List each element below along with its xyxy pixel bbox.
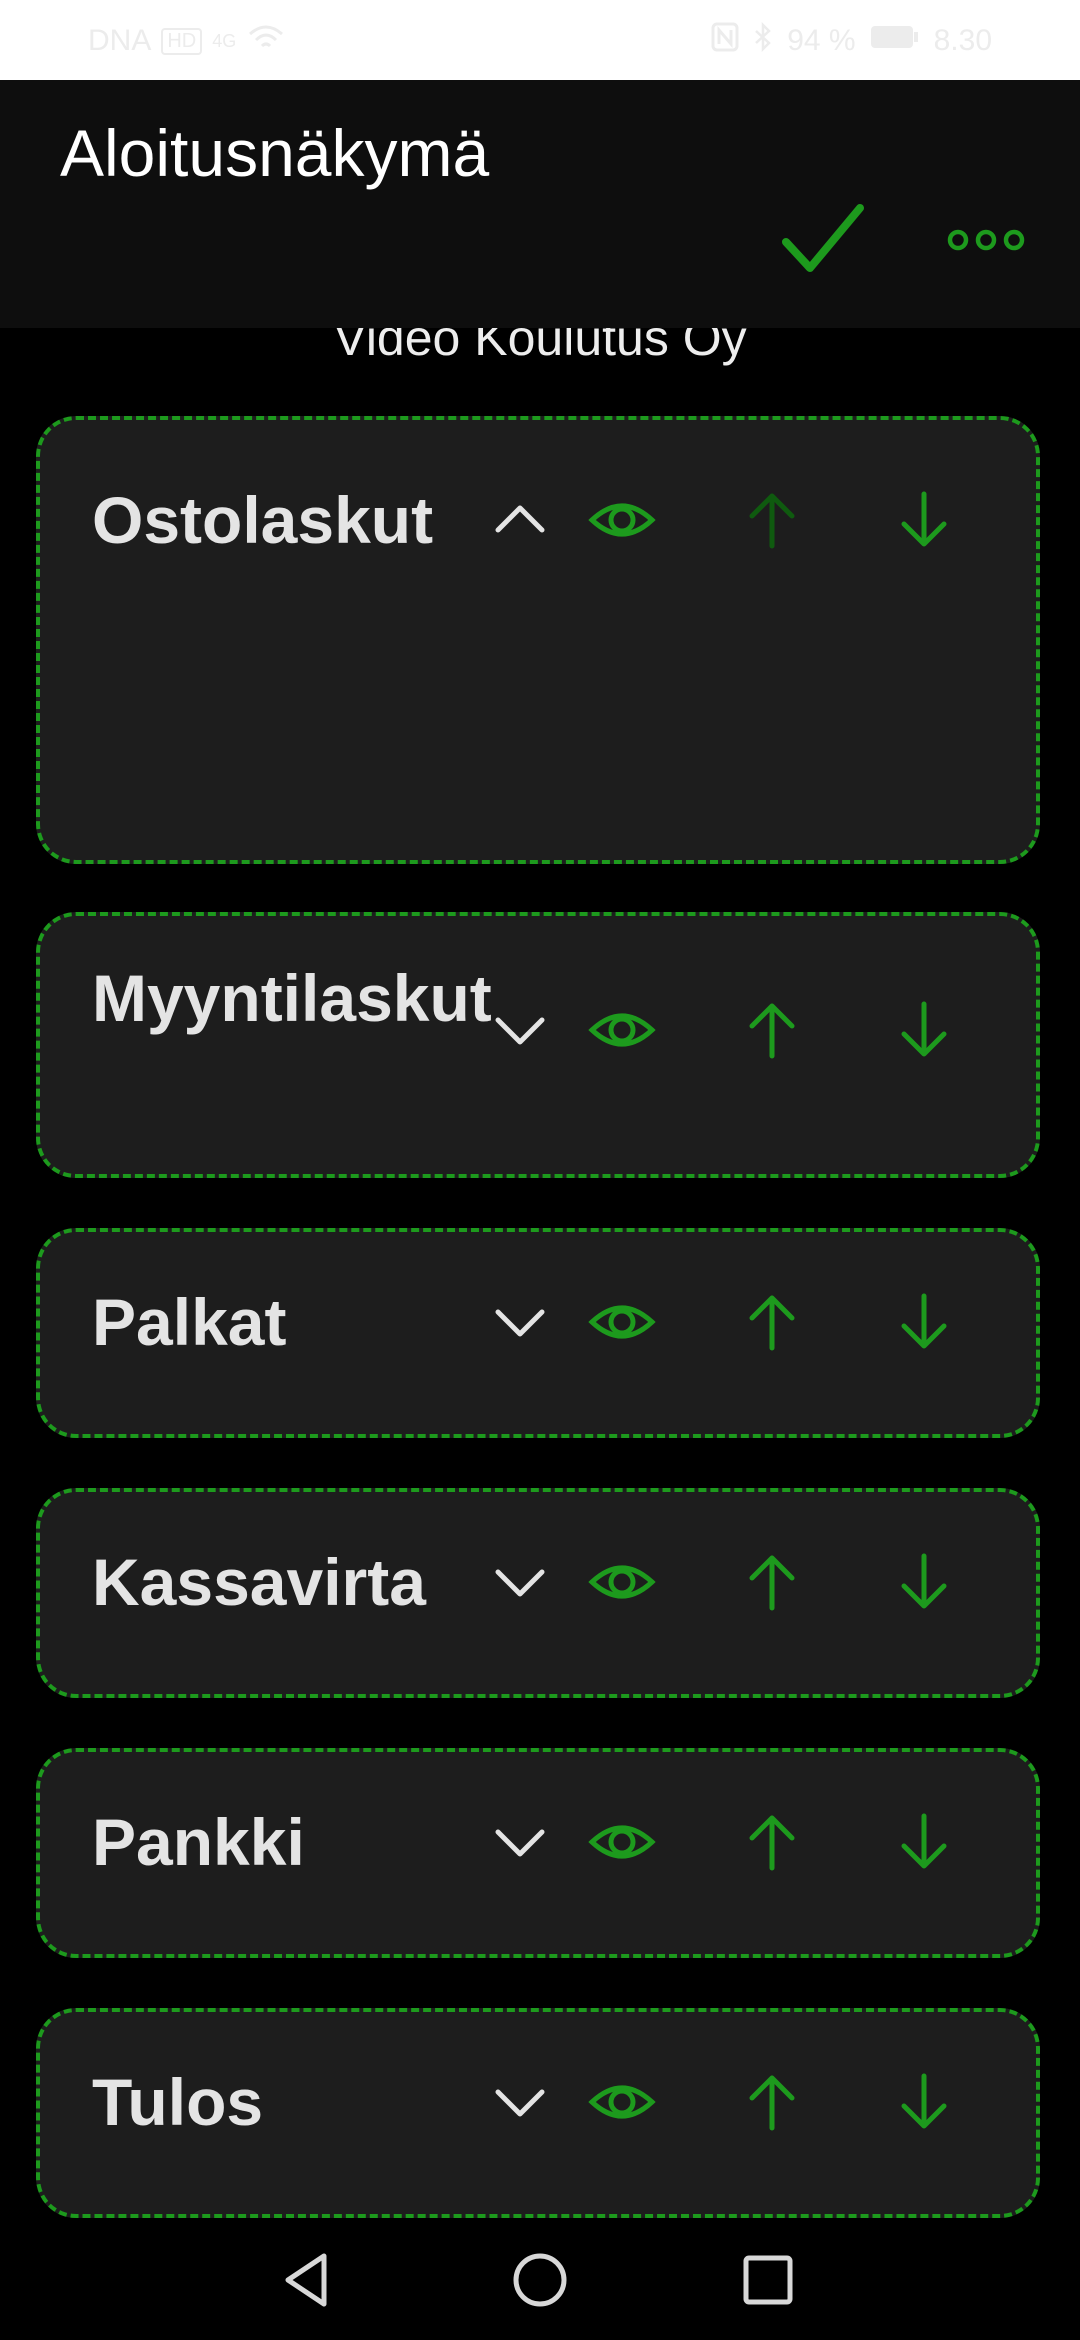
- expand-button[interactable]: [484, 1546, 556, 1618]
- arrow-up-icon: [749, 1295, 795, 1351]
- eye-icon: [588, 1013, 656, 1047]
- chevron-up-icon: [495, 505, 545, 533]
- move-down-button[interactable]: [888, 2066, 960, 2138]
- move-down-button[interactable]: [888, 1286, 960, 1358]
- clock: 8.30: [933, 24, 992, 57]
- battery-icon: [870, 23, 920, 59]
- confirm-button[interactable]: [780, 196, 866, 282]
- arrow-down-icon: [901, 1813, 947, 1869]
- arrow-up-icon: [749, 1003, 795, 1059]
- battery-percent: 94 %: [787, 24, 856, 57]
- widget-card: Tulos: [36, 2008, 1040, 2218]
- chevron-down-icon: [495, 1569, 545, 1597]
- widget-title: Tulos: [92, 2065, 264, 2139]
- move-down-button[interactable]: [888, 484, 960, 556]
- move-up-button[interactable]: [736, 1806, 808, 1878]
- eye-icon: [588, 1565, 656, 1599]
- bluetooth-icon: [753, 21, 773, 60]
- home-circle-icon: [513, 2253, 567, 2307]
- visibility-toggle-button[interactable]: [586, 994, 658, 1066]
- page-title: Aloitusnäkymä: [60, 116, 490, 190]
- recents-square-icon: [743, 2255, 793, 2305]
- arrow-down-icon: [901, 1001, 947, 1057]
- widget-card: Myyntilaskut: [36, 912, 1040, 1178]
- widget-card: Pankki: [36, 1748, 1040, 1958]
- visibility-toggle-button[interactable]: [586, 484, 658, 556]
- chevron-down-icon: [495, 2089, 545, 2117]
- move-down-button[interactable]: [888, 994, 960, 1066]
- more-horizontal-icon: [947, 229, 1025, 251]
- widget-title: Palkat: [92, 1285, 287, 1359]
- move-down-button[interactable]: [888, 1806, 960, 1878]
- more-options-button[interactable]: [944, 220, 1028, 260]
- eye-icon: [588, 1305, 656, 1339]
- widget-card: Palkat: [36, 1228, 1040, 1438]
- eye-icon: [588, 1825, 656, 1859]
- arrow-up-icon: [749, 1815, 795, 1871]
- move-up-button[interactable]: [736, 994, 808, 1066]
- chevron-down-icon: [495, 1829, 545, 1857]
- arrow-up-icon: [749, 2075, 795, 2131]
- expand-button[interactable]: [484, 1806, 556, 1878]
- visibility-toggle-button[interactable]: [586, 1286, 658, 1358]
- back-button[interactable]: [278, 2250, 338, 2310]
- visibility-toggle-button[interactable]: [586, 1806, 658, 1878]
- expand-button[interactable]: [484, 2066, 556, 2138]
- move-down-button[interactable]: [888, 1546, 960, 1618]
- widget-card: Kassavirta: [36, 1488, 1040, 1698]
- arrow-up-icon: [749, 493, 795, 549]
- chevron-down-icon: [495, 1017, 545, 1045]
- collapse-button[interactable]: [484, 484, 556, 556]
- nfc-icon: [711, 22, 739, 60]
- widget-title: Myyntilaskut: [92, 961, 492, 1035]
- widget-title: Ostolaskut: [92, 483, 434, 557]
- visibility-toggle-button[interactable]: [586, 2066, 658, 2138]
- recents-button[interactable]: [738, 2250, 798, 2310]
- move-up-button[interactable]: [736, 1546, 808, 1618]
- system-nav-bar: [0, 2220, 1080, 2340]
- wifi-icon: [246, 22, 286, 60]
- chevron-down-icon: [495, 1309, 545, 1337]
- arrow-up-icon: [749, 1555, 795, 1611]
- eye-icon: [588, 503, 656, 537]
- move-up-button[interactable]: [736, 484, 808, 556]
- signal-label: 4G: [212, 30, 237, 51]
- check-icon: [782, 204, 864, 272]
- status-bar: DNA HD 4G 94 % 8.30: [0, 0, 1080, 80]
- home-button[interactable]: [510, 2250, 570, 2310]
- move-up-button[interactable]: [736, 2066, 808, 2138]
- arrow-down-icon: [901, 1553, 947, 1609]
- network-badge: HD: [161, 27, 203, 55]
- arrow-down-icon: [901, 1293, 947, 1349]
- carrier-label: DNA: [88, 24, 152, 57]
- back-triangle-icon: [285, 2253, 327, 2307]
- widget-title: Pankki: [92, 1805, 305, 1879]
- move-up-button[interactable]: [736, 1286, 808, 1358]
- arrow-down-icon: [901, 2073, 947, 2129]
- arrow-down-icon: [901, 491, 947, 547]
- visibility-toggle-button[interactable]: [586, 1546, 658, 1618]
- widget-title: Kassavirta: [92, 1545, 426, 1619]
- expand-button[interactable]: [484, 994, 556, 1066]
- widget-card: Ostolaskut: [36, 416, 1040, 864]
- expand-button[interactable]: [484, 1286, 556, 1358]
- eye-icon: [588, 2085, 656, 2119]
